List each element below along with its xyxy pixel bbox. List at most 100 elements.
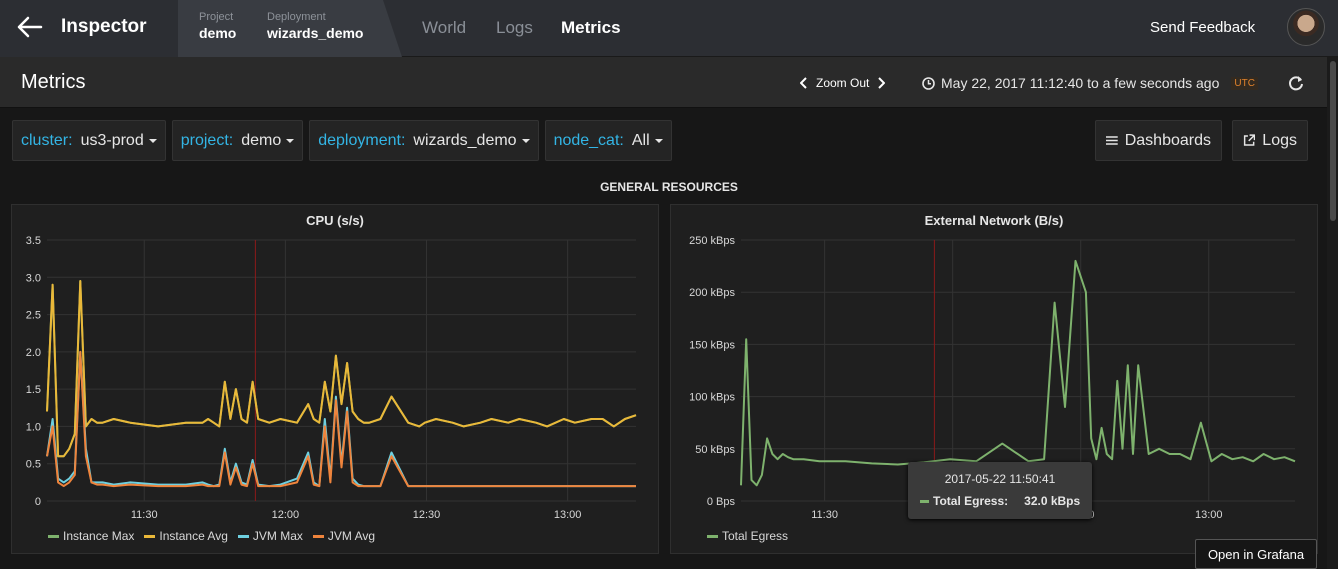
dashboards-button[interactable]: Dashboards [1095, 120, 1222, 161]
series-line[interactable] [46, 350, 636, 488]
scrollbar[interactable] [1327, 57, 1338, 569]
caret-down-icon [286, 138, 295, 143]
deployment-label: Deployment [267, 11, 326, 23]
legend-item[interactable]: Instance Max [48, 529, 134, 543]
caret-down-icon [521, 138, 530, 143]
filter-key: cluster: [21, 131, 73, 149]
dashboards-label: Dashboards [1124, 131, 1211, 149]
legend-item[interactable]: JVM Max [237, 529, 303, 543]
logs-label: Logs [1262, 131, 1297, 149]
cpu-panel: CPU (s/s) 0 0.5 1.0 1.5 2.0 2.5 3.0 3.5 11:30 12:… [11, 204, 659, 554]
x-tick-label: 13:00 [554, 509, 582, 521]
page-toolbar: Metrics Zoom Out May 22, 2017 11:12:40 t… [0, 57, 1338, 108]
project-value[interactable]: demo [199, 25, 236, 41]
caret-down-icon [148, 138, 157, 143]
y-tick-label: 2.0 [26, 347, 41, 359]
panel-title[interactable]: External Network (B/s) [671, 213, 1317, 228]
app-title: Inspector [61, 16, 147, 37]
tooltip-value: 32.0 kBps [1024, 494, 1081, 508]
legend-swatch [48, 535, 59, 539]
series-line[interactable] [46, 280, 637, 458]
open-in-grafana-button[interactable]: Open in Grafana [1195, 539, 1317, 569]
cpu-chart[interactable]: 0 0.5 1.0 1.5 2.0 2.5 3.0 3.5 11:30 12:00 12:30 13:… [12, 230, 658, 540]
filter-key: deployment: [318, 131, 406, 149]
filter-bar: cluster: us3-prod project: demo deployme… [12, 120, 672, 161]
y-tick-label: 150 kBps [689, 339, 735, 351]
refresh-icon[interactable] [1287, 74, 1305, 92]
x-tick-label: 12:00 [272, 509, 300, 521]
y-tick-label: 50 kBps [695, 444, 735, 456]
filter-deployment[interactable]: deployment: wizards_demo [309, 120, 539, 161]
y-tick-label: 0 Bps [707, 496, 736, 508]
x-tick-label: 12:30 [413, 509, 441, 521]
y-tick-label: 3.5 [26, 235, 41, 247]
chevron-right-icon[interactable] [877, 77, 886, 89]
tooltip-time: 2017-05-22 11:50:41 [944, 472, 1056, 486]
caret-down-icon [654, 138, 663, 143]
legend-item[interactable]: Instance Avg [144, 529, 228, 543]
chart-legend: Total Egress [707, 529, 788, 543]
filter-key: node_cat: [553, 131, 624, 149]
tooltip-swatch [920, 499, 929, 503]
legend-label: JVM Max [252, 529, 303, 543]
x-tick-label: 11:30 [131, 509, 158, 521]
clock-icon [922, 76, 935, 90]
chevron-left-icon[interactable] [800, 77, 808, 89]
section-title: GENERAL RESOURCES [600, 180, 738, 194]
logs-button[interactable]: Logs [1232, 120, 1308, 161]
legend-swatch [312, 535, 324, 539]
filter-node-cat[interactable]: node_cat: All [544, 120, 672, 161]
filter-value: All [631, 131, 650, 149]
timezone-badge: UTC [1231, 76, 1258, 90]
y-tick-label: 1.0 [26, 421, 41, 433]
filter-value: demo [241, 131, 282, 149]
filter-value: wizards_demo [413, 131, 517, 149]
project-label: Project [199, 11, 234, 23]
y-tick-label: 200 kBps [689, 287, 735, 299]
legend-label: Instance Avg [159, 529, 228, 543]
legend-swatch [707, 535, 718, 539]
zoom-controls: Zoom Out [800, 76, 886, 90]
legend-label: Total Egress [722, 529, 789, 543]
x-tick-label: 11:30 [811, 509, 838, 521]
page-title: Metrics [21, 71, 86, 93]
deployment-value[interactable]: wizards_demo [267, 25, 363, 41]
y-tick-label: 100 kBps [689, 392, 735, 404]
scrollbar-thumb[interactable] [1330, 61, 1336, 221]
y-tick-label: 1.5 [26, 384, 41, 396]
series-line[interactable] [46, 280, 637, 458]
nav-metrics[interactable]: Metrics [561, 18, 621, 38]
legend-item[interactable]: JVM Avg [312, 529, 375, 543]
top-navbar: Inspector Project demo Deployment wizard… [0, 0, 1338, 57]
time-range-text: May 22, 2017 11:12:40 to a few seconds a… [941, 75, 1220, 91]
avatar[interactable] [1287, 8, 1325, 46]
back-area: Inspector [0, 0, 180, 57]
x-tick-label: 13:00 [1195, 509, 1223, 521]
tooltip-series: Total Egress: [933, 494, 1009, 508]
chart-legend: Instance Max Instance Avg JVM Max JVM Av… [48, 529, 375, 543]
filter-project[interactable]: project: demo [171, 120, 304, 161]
nav-logs[interactable]: Logs [496, 18, 533, 38]
zoom-out-button[interactable]: Zoom Out [816, 76, 869, 90]
y-tick-label: 250 kBps [689, 235, 735, 247]
breadcrumb: Project demo Deployment wizards_demo [178, 0, 402, 57]
send-feedback-link[interactable]: Send Feedback [1150, 19, 1255, 36]
y-tick-label: 0.5 [26, 459, 41, 471]
legend-item[interactable]: Total Egress [707, 529, 788, 543]
external-link-icon [1243, 134, 1256, 146]
chart-tooltip: 2017-05-22 11:50:41 Total Egress: 32.0 k… [908, 462, 1092, 519]
time-range-picker[interactable]: May 22, 2017 11:12:40 to a few seconds a… [922, 75, 1258, 91]
menu-icon [1106, 136, 1118, 145]
filter-cluster[interactable]: cluster: us3-prod [12, 120, 166, 161]
legend-swatch [237, 535, 249, 539]
nav-world[interactable]: World [422, 18, 466, 38]
arrow-left-icon[interactable] [17, 16, 43, 38]
y-tick-label: 2.5 [26, 310, 41, 322]
y-tick-label: 0 [35, 496, 41, 508]
y-tick-label: 3.0 [26, 272, 41, 284]
tooltip-row: Total Egress: 32.0 kBps [920, 494, 1080, 508]
series-line[interactable] [740, 259, 1296, 487]
panel-title[interactable]: CPU (s/s) [12, 213, 658, 228]
filter-value: us3-prod [80, 131, 144, 149]
legend-swatch [144, 535, 156, 539]
